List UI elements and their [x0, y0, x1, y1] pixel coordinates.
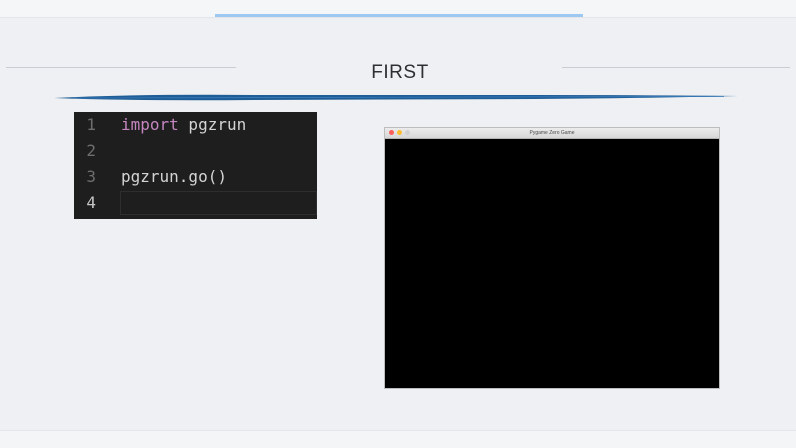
game-canvas[interactable] [385, 139, 719, 388]
code-text: pgzrun.go() [121, 167, 227, 186]
pygame-window[interactable]: Pygame Zero Game [384, 127, 720, 389]
code-rest: pgzrun [178, 115, 247, 134]
code-line: 3 pgzrun.go() [74, 164, 317, 190]
line-number: 4 [86, 193, 96, 212]
line-number: 2 [86, 141, 96, 160]
code-editor[interactable]: 1 import pgzrun 2 3 pgzrun.go() 4 [74, 112, 317, 219]
title-rule-right [562, 67, 790, 68]
slide-title: FIRST [371, 62, 429, 83]
code-line: 2 [74, 138, 317, 164]
window-titlebar[interactable]: Pygame Zero Game [385, 128, 719, 139]
code-text: import pgzrun [121, 112, 246, 138]
bottom-band [0, 430, 796, 448]
top-accent-bar [215, 14, 583, 17]
title-rule-left [6, 67, 236, 68]
line-number: 3 [86, 167, 96, 186]
slide: FIRST 1 import pgzrun 2 3 pgzrun.go() 4 … [0, 0, 796, 448]
code-keyword: import [121, 115, 179, 134]
window-title: Pygame Zero Game [529, 130, 575, 136]
brush-stroke-divider [54, 94, 738, 101]
line-number: 1 [86, 115, 96, 134]
code-line[interactable]: 4 [74, 190, 317, 216]
code-line: 1 import pgzrun [74, 112, 317, 138]
